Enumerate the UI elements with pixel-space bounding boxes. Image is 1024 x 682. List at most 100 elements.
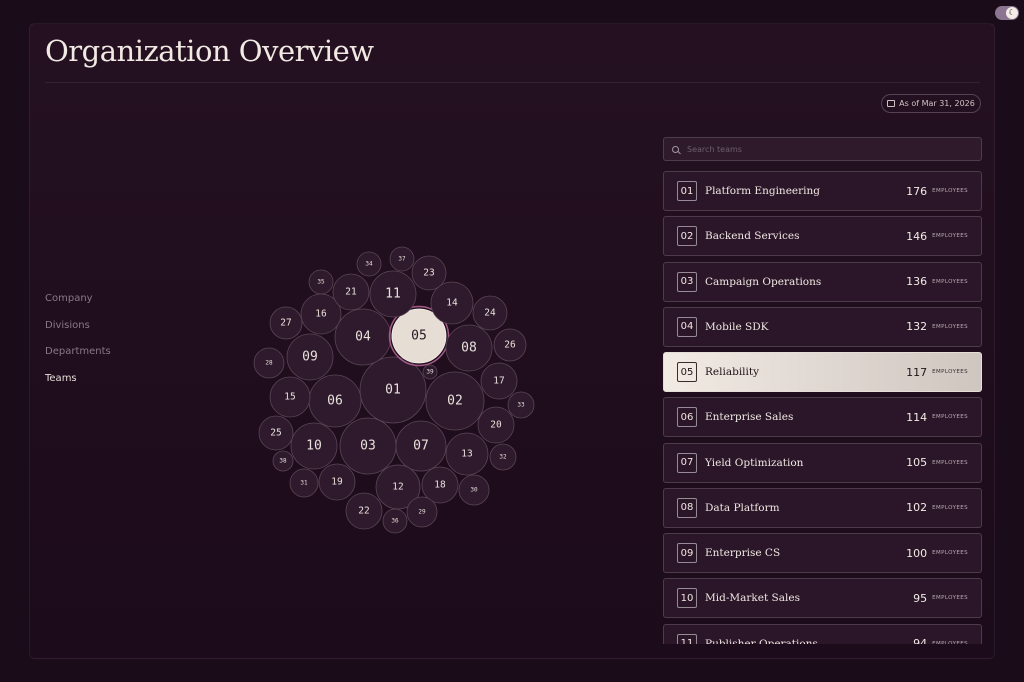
team-bubble-02[interactable]: 02 — [425, 371, 485, 431]
search-icon — [672, 145, 679, 153]
employee-unit: EMPLOYEES — [932, 550, 968, 556]
team-bubble-11[interactable]: 11 — [369, 270, 417, 318]
team-bubble-27[interactable]: 27 — [269, 306, 303, 340]
team-number: 08 — [677, 497, 697, 518]
team-row-05[interactable]: 05 Reliability 117 EMPLOYEES — [663, 352, 982, 392]
employee-unit: EMPLOYEES — [932, 414, 968, 421]
team-name: Reliability — [705, 366, 760, 378]
employee-count: 136 — [906, 275, 928, 288]
employee-count: 176 — [906, 184, 928, 198]
search-box[interactable] — [663, 137, 982, 161]
bubble-label: 31 — [300, 480, 308, 487]
bubble-label: 10 — [306, 439, 322, 454]
team-bubble-33[interactable]: 33 — [507, 391, 535, 419]
team-bubble-09[interactable]: 09 — [286, 333, 334, 381]
team-bubble-04[interactable]: 04 — [334, 308, 392, 366]
team-bubble-21[interactable]: 21 — [332, 273, 370, 311]
team-bubble-07[interactable]: 07 — [395, 420, 447, 472]
team-bubble-38[interactable]: 38 — [272, 450, 294, 472]
org-overview-panel: Organization Overview As of Mar 31, 2026… — [29, 23, 995, 659]
bubble-label: 05 — [411, 329, 427, 344]
bubble-label: 08 — [461, 341, 477, 356]
team-bubble-06[interactable]: 06 — [308, 374, 362, 428]
team-row-06[interactable]: 06 Enterprise Sales 114 EMPLOYEES — [663, 397, 982, 438]
team-name: Data Platform — [705, 501, 780, 514]
team-bubble-36[interactable]: 36 — [382, 508, 408, 534]
team-bubble-17[interactable]: 17 — [480, 362, 518, 400]
employee-count: 100 — [906, 546, 928, 560]
team-name: Publisher Operations — [705, 637, 818, 645]
team-row-07[interactable]: 07 Yield Optimization 105 EMPLOYEES — [663, 442, 982, 483]
team-number: 07 — [677, 452, 697, 473]
team-bubble-32[interactable]: 32 — [489, 443, 517, 471]
employee-count: 94 — [913, 637, 928, 644]
team-name: Mobile SDK — [705, 320, 769, 333]
team-bubble-03[interactable]: 03 — [339, 417, 397, 475]
team-row-10[interactable]: 10 Mid-Market Sales 95 EMPLOYEES — [663, 578, 982, 619]
bubble-label: 21 — [345, 287, 357, 298]
team-bubble-14[interactable]: 14 — [430, 281, 474, 325]
bubble-label: 15 — [284, 392, 295, 403]
team-name: Enterprise CS — [705, 547, 781, 559]
team-bubble-23[interactable]: 23 — [411, 255, 447, 291]
team-bubble-15[interactable]: 15 — [269, 376, 311, 418]
team-name: Enterprise Sales — [705, 411, 794, 424]
team-bubble-24[interactable]: 24 — [472, 295, 508, 331]
team-row-09[interactable]: 09 Enterprise CS 100 EMPLOYEES — [663, 533, 982, 573]
bubble-label: 02 — [447, 394, 463, 409]
employee-count: 117 — [906, 365, 928, 379]
team-bubble-34[interactable]: 34 — [356, 251, 382, 277]
team-bubble-26[interactable]: 26 — [493, 328, 527, 362]
as-of-date-pill[interactable]: As of Mar 31, 2026 — [881, 94, 981, 113]
team-bubble-35[interactable]: 35 — [308, 269, 334, 295]
bubble-label: 37 — [398, 256, 406, 263]
team-bubble-39[interactable]: 39 — [422, 364, 438, 380]
employee-count: 95 — [913, 591, 928, 605]
bubble-label: 27 — [280, 318, 291, 329]
bubble-label: 18 — [434, 480, 446, 491]
team-bubble-37[interactable]: 37 — [389, 246, 415, 272]
team-name: Backend Services — [705, 230, 800, 243]
team-bubble-13[interactable]: 13 — [445, 432, 489, 476]
team-name: Yield Optimization — [705, 456, 804, 469]
bubble-label: 12 — [392, 482, 403, 493]
bubble-label: 30 — [470, 487, 478, 494]
team-bubble-28[interactable]: 28 — [253, 347, 285, 379]
team-row-11[interactable]: 11 Publisher Operations 94 EMPLOYEES — [663, 623, 982, 645]
team-bubble-01[interactable]: 01 — [359, 356, 427, 424]
team-row-04[interactable]: 04 Mobile SDK 132 EMPLOYEES — [663, 306, 982, 347]
team-bubble-08[interactable]: 08 — [445, 324, 493, 372]
team-row-03[interactable]: 03 Campaign Operations 136 EMPLOYEES — [663, 261, 982, 302]
employee-unit: EMPLOYEES — [932, 278, 968, 285]
team-bubble-10[interactable]: 10 — [290, 422, 338, 470]
team-list: 01 Platform Engineering 176 EMPLOYEES 02 Back… — [663, 171, 982, 644]
team-bubble-20[interactable]: 20 — [477, 406, 515, 444]
team-row-02[interactable]: 02 Backend Services 146 EMPLOYEES — [663, 216, 982, 257]
team-number: 02 — [677, 226, 697, 247]
bubble-label: 09 — [302, 350, 318, 365]
bubble-label: 01 — [385, 383, 401, 398]
bubble-label: 22 — [358, 506, 369, 517]
team-name: Platform Engineering — [705, 185, 820, 197]
employee-count: 114 — [906, 410, 928, 424]
team-row-01[interactable]: 01 Platform Engineering 176 EMPLOYEES — [663, 171, 982, 211]
team-bubble-29[interactable]: 29 — [406, 496, 438, 528]
bubble-label: 28 — [265, 360, 273, 367]
team-bubble-19[interactable]: 19 — [318, 463, 356, 501]
employee-unit: EMPLOYEES — [932, 323, 968, 330]
team-bubble-22[interactable]: 22 — [345, 492, 383, 530]
bubble-label: 07 — [413, 439, 429, 454]
team-bubble-31[interactable]: 31 — [289, 468, 319, 498]
team-row-08[interactable]: 08 Data Platform 102 EMPLOYEES — [663, 487, 982, 528]
theme-toggle[interactable]: ☾ — [995, 6, 1019, 20]
team-name: Mid-Market Sales — [705, 592, 800, 605]
bubble-label: 06 — [327, 394, 343, 409]
team-bubble-30[interactable]: 30 — [458, 474, 490, 506]
team-name: Campaign Operations — [705, 275, 822, 288]
bubble-label: 11 — [385, 287, 401, 302]
team-number: 10 — [677, 588, 697, 609]
search-input[interactable] — [685, 143, 969, 155]
team-bubble-25[interactable]: 25 — [258, 415, 294, 451]
bubble-label: 39 — [426, 369, 434, 376]
team-number: 01 — [677, 181, 697, 201]
